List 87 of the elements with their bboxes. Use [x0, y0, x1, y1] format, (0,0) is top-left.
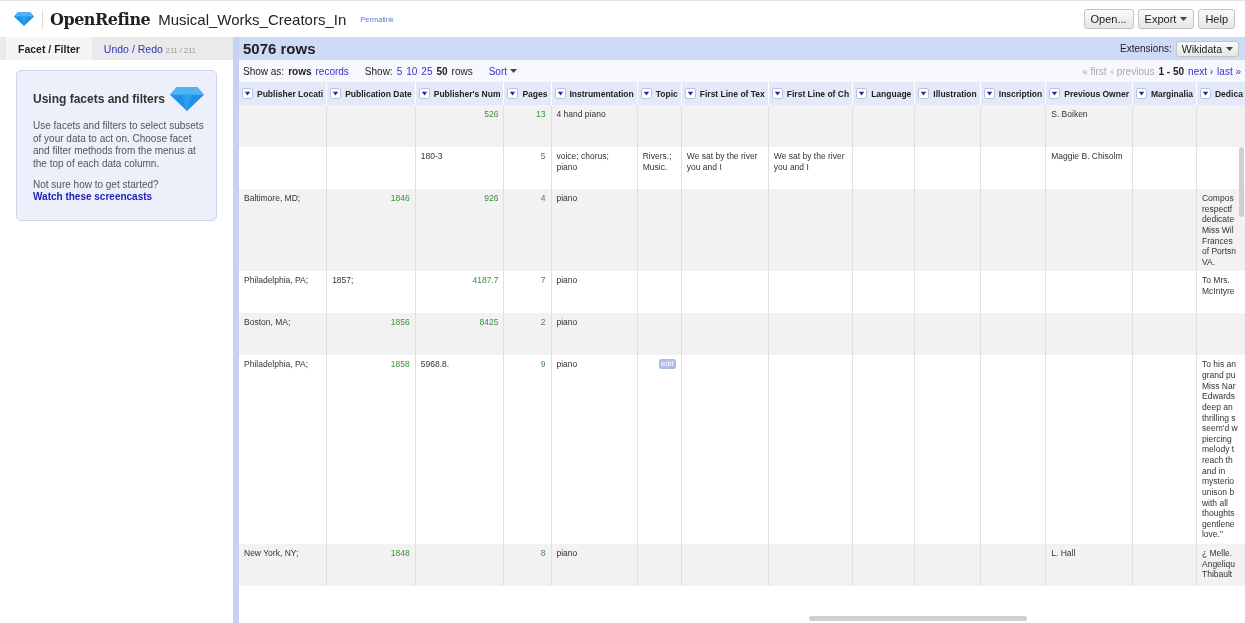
column-menu-icon[interactable]	[918, 88, 930, 99]
table-cell: 1848	[390, 548, 410, 558]
card-text: Use facets and filters to select subsets of your data to act on. Choose facet and filter methods from the menus at the top of each data column.	[33, 120, 204, 170]
table-cell: Baltimore, MD;	[244, 193, 301, 203]
table-cell: Philadelphia, PA;	[244, 275, 309, 286]
table-cell: piano	[556, 193, 578, 203]
column-menu-icon[interactable]	[507, 88, 519, 99]
page-size-link[interactable]: 5	[396, 65, 403, 77]
table-cell: 4	[540, 193, 546, 203]
column-menu-icon[interactable]	[684, 88, 696, 99]
column-menu-icon[interactable]	[1200, 88, 1211, 99]
page-size-link[interactable]: 25	[421, 65, 433, 77]
table-cell: 5	[540, 151, 546, 161]
table-cell: To his an grand pu Miss Nar Edwards deep an thrilling s seem'd w piercing melody t reach th and in mysterio unison b with all thoughts gentlene love."	[1202, 359, 1238, 540]
table-cell: 13	[536, 109, 546, 119]
extensions-dropdown[interactable]: Wikidata	[1175, 40, 1239, 57]
table-cell: S. Boiken	[1051, 109, 1088, 119]
page-size-link[interactable]: 50	[436, 65, 448, 77]
table-cell: 926	[484, 193, 499, 203]
show-label: Show:	[364, 65, 393, 77]
table-cell: 180-3	[420, 151, 443, 161]
column-menu-icon[interactable]	[856, 88, 868, 99]
column-menu-icon[interactable]	[640, 88, 652, 99]
table-cell: 526	[484, 109, 499, 119]
show-as-label: Show as:	[243, 65, 285, 77]
vertical-scrollbar[interactable]	[1239, 147, 1244, 217]
app-name: OpenRefine	[42, 9, 151, 29]
table-cell: 9	[540, 359, 546, 370]
extensions-label: Extensions:	[1120, 43, 1172, 54]
column-menu-icon[interactable]	[242, 88, 253, 99]
column-menu-icon[interactable]	[771, 88, 783, 99]
view-mode-link[interactable]: rows	[288, 65, 312, 77]
table-cell: 8	[540, 548, 546, 558]
table-cell: L. Hall	[1051, 548, 1076, 558]
view-mode-link[interactable]: records	[315, 65, 349, 77]
table-cell: 2	[540, 317, 546, 328]
table-cell: 7	[540, 275, 546, 286]
logo-icon	[14, 12, 34, 26]
table-cell: piano	[556, 359, 578, 370]
table-cell: Rivers.; Music.	[642, 151, 672, 172]
row-count: 5076 rows	[243, 40, 316, 57]
table-cell: 1857;	[332, 275, 354, 286]
diamond-icon	[170, 87, 204, 111]
column-menu-icon[interactable]	[983, 88, 995, 99]
table-cell: New York, NY;	[244, 548, 299, 558]
column-menu-icon[interactable]	[1049, 88, 1061, 99]
table-cell: 4187.7	[472, 275, 499, 286]
table-cell: 8425	[479, 317, 499, 328]
table-cell: Maggie B. Chisolm	[1051, 151, 1123, 161]
column-menu-icon[interactable]	[554, 88, 566, 99]
table-cell: 1856	[390, 317, 410, 328]
table-cell: voice; chorus; piano	[556, 151, 609, 172]
screencasts-link[interactable]: Watch these screencasts	[33, 191, 204, 202]
toolbar-button[interactable]: Help	[1198, 9, 1235, 29]
caret-icon	[1180, 17, 1188, 21]
horizontal-scrollbar[interactable]	[809, 616, 1027, 621]
toolbar-button[interactable]: Open...	[1083, 9, 1134, 29]
next-page-link[interactable]: next ›	[1188, 65, 1214, 77]
table-cell: 1846	[390, 193, 410, 203]
table-cell: piano	[556, 275, 578, 286]
table-cell: Philadelphia, PA;	[244, 359, 309, 370]
column-menu-icon[interactable]	[1135, 88, 1147, 99]
caret-icon	[1226, 46, 1233, 51]
project-name[interactable]: Musical_Works_Creators_In	[158, 10, 347, 28]
table-cell: piano	[556, 548, 578, 558]
table-cell: Boston, MA;	[244, 317, 291, 328]
table-cell: We sat by the river you and I	[686, 151, 758, 172]
table-cell: We sat by the river you and I	[773, 151, 845, 172]
table-cell: ¿ Melle. Angeliqu Thibault	[1202, 548, 1236, 580]
toolbar-button[interactable]: Export	[1137, 9, 1195, 29]
page-size-link[interactable]: 10	[406, 65, 418, 77]
page-range: 1 - 50	[1158, 65, 1185, 77]
card-title: Using facets and filters	[33, 92, 166, 106]
sort-menu[interactable]: Sort	[488, 65, 518, 77]
table-cell: Compos respectf dedicate Miss Wil Frances of Portsn VA.	[1202, 193, 1236, 267]
table-cell: 5968.8.	[420, 359, 450, 370]
table-cell: piano	[556, 317, 578, 328]
panel-tab[interactable]: Facet / Filter	[6, 37, 92, 60]
last-page-link[interactable]: last »	[1217, 65, 1241, 77]
column-menu-icon[interactable]	[330, 88, 342, 99]
table-cell: To Mrs. McIntyre	[1202, 275, 1235, 296]
table-cell: 1858	[390, 359, 410, 370]
column-menu-icon[interactable]	[418, 88, 430, 99]
table-cell: 4 hand piano	[556, 109, 606, 119]
caret-icon	[510, 69, 518, 73]
rows-label: rows	[451, 65, 473, 77]
card-question: Not sure how to get started?	[33, 179, 160, 190]
